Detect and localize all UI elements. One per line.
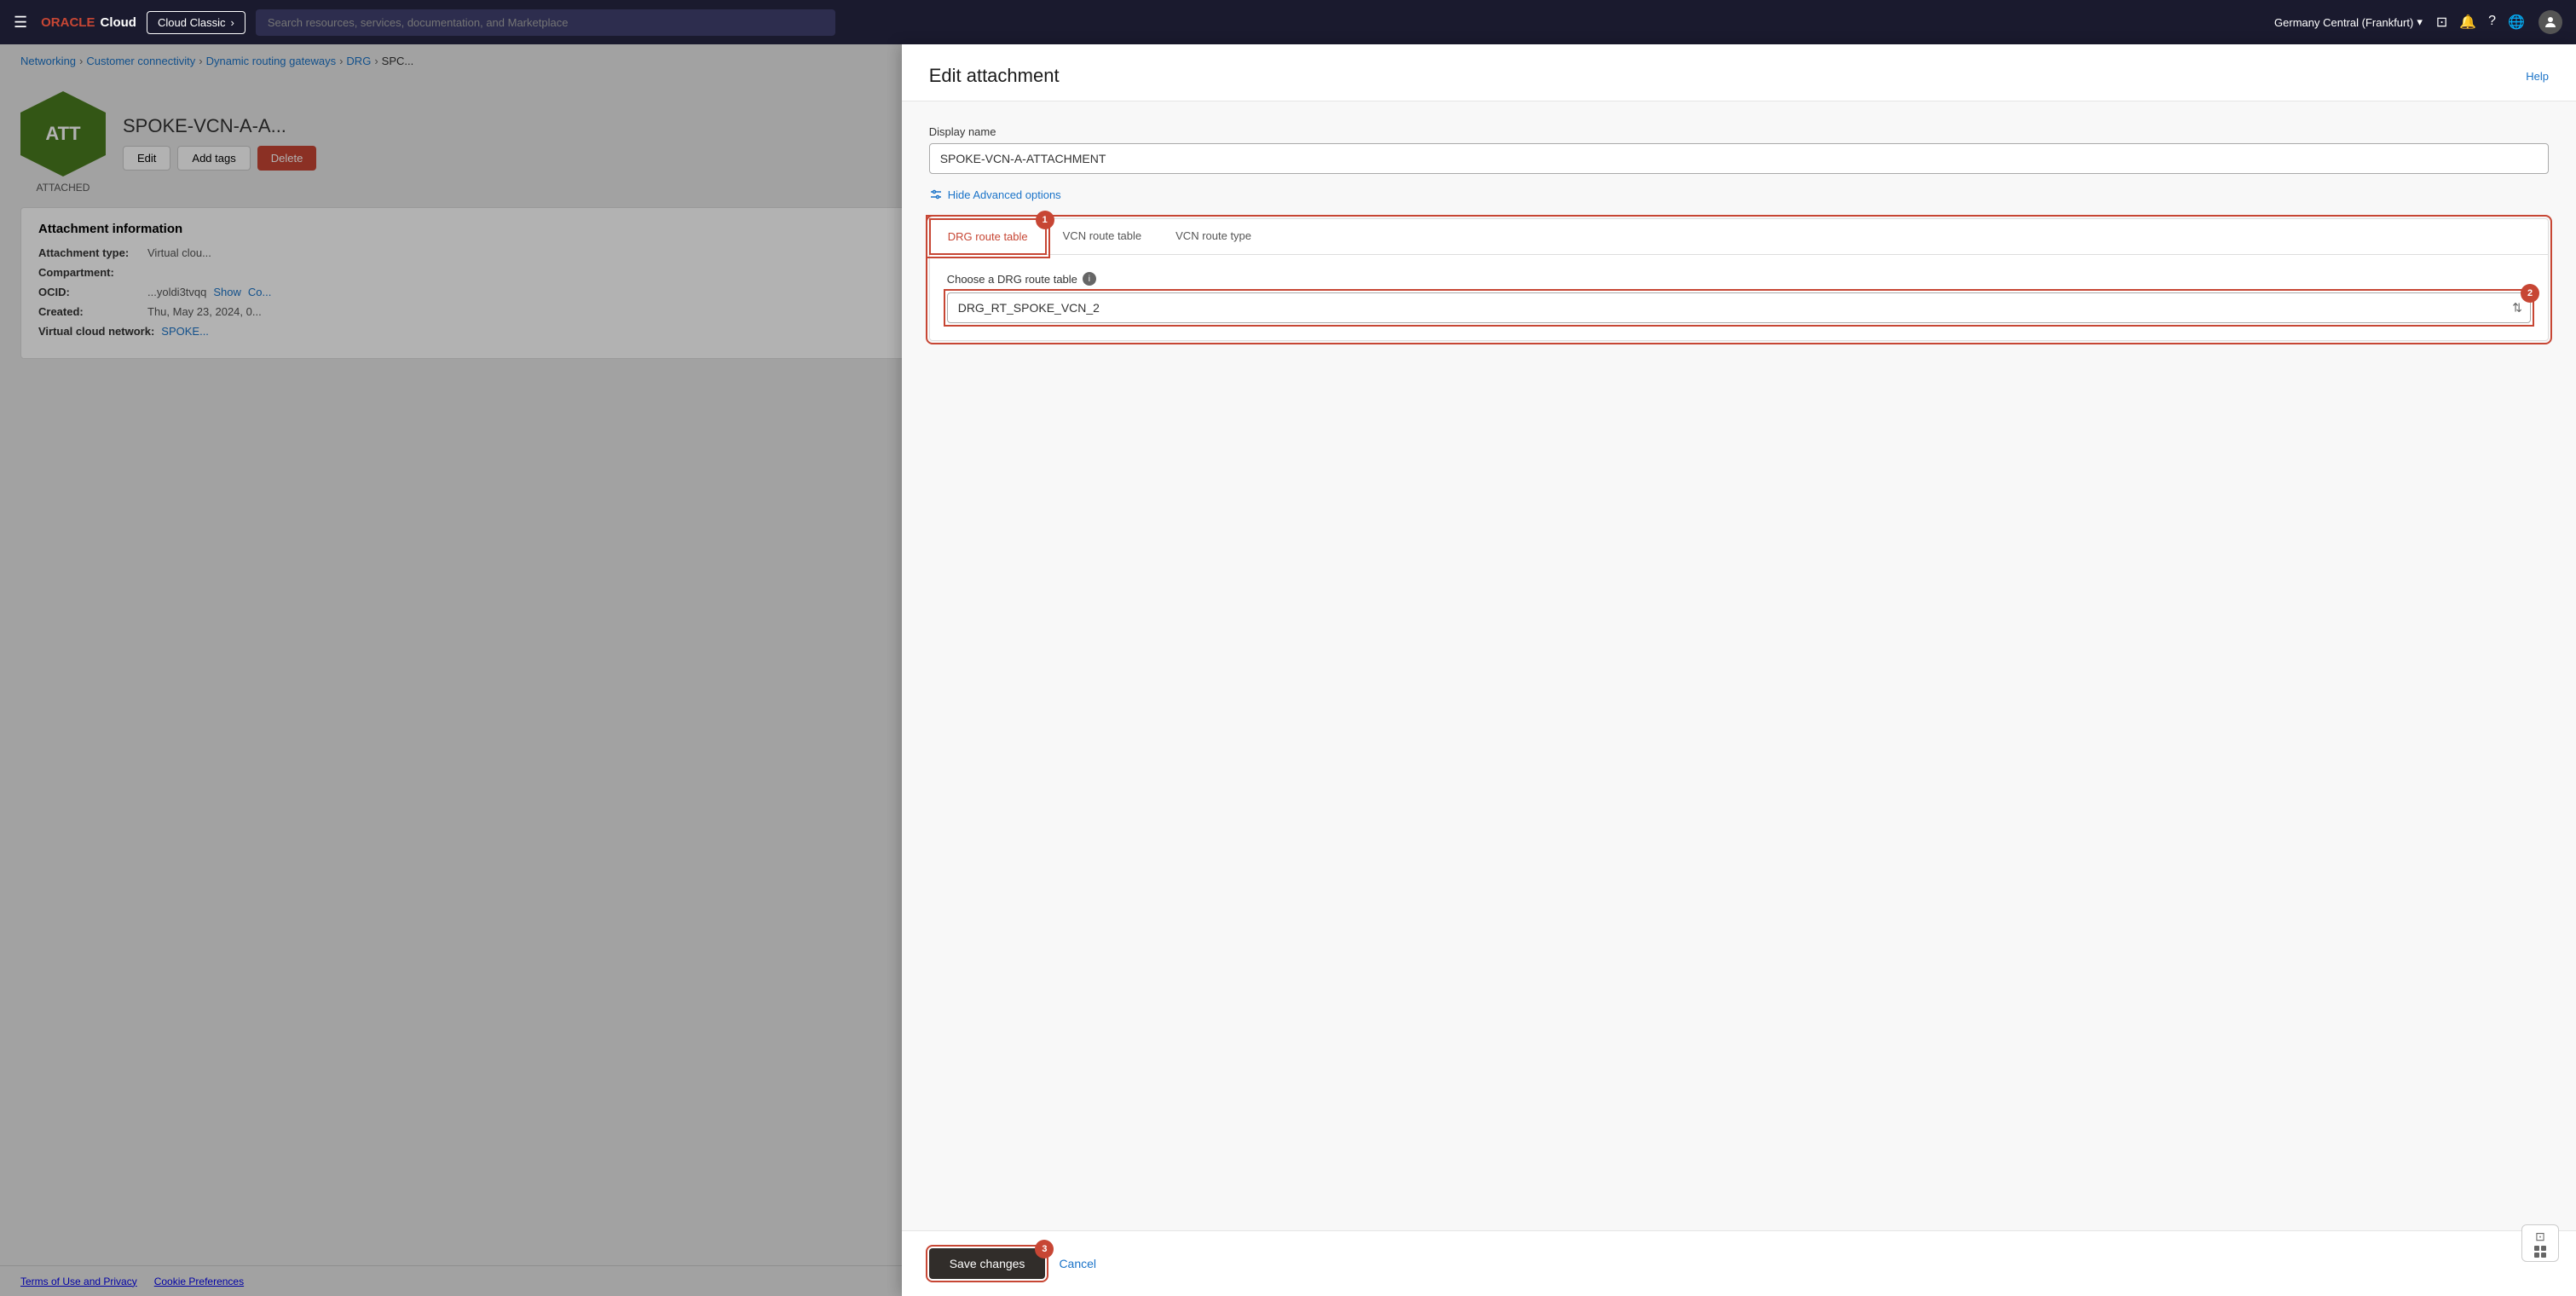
cancel-button[interactable]: Cancel [1059,1257,1096,1270]
tab-vcn-route-type[interactable]: VCN route type [1158,219,1268,255]
drawer-header: Edit attachment Help [902,44,2576,101]
route-table-label: Choose a DRG route table i [947,272,2531,286]
tabs-body: Choose a DRG route table i DRG_RT_SPOKE_… [930,255,2548,340]
region-label: Germany Central (Frankfurt) [2274,16,2413,29]
avatar[interactable] [2538,10,2562,34]
display-name-input[interactable] [929,143,2549,174]
drawer-footer: Save changes 3 Cancel [902,1230,2576,1296]
tab-vcn-route-table[interactable]: VCN route table [1046,219,1159,255]
step-1-badge: 1 [1036,211,1054,229]
step-3-badge: 3 [1035,1240,1054,1258]
contextual-help-button[interactable]: ⊡ [2521,1224,2559,1262]
region-selector[interactable]: Germany Central (Frankfurt) ▾ [2274,15,2423,29]
search-input[interactable] [256,9,835,36]
tabs-header: DRG route table 1 VCN route table VCN ro… [930,219,2548,255]
cloud-classic-button[interactable]: Cloud Classic › [147,11,245,34]
drawer-body: Display name Hide Advanced options DRG r… [902,101,2576,1230]
oracle-logo: ORACLE Cloud [41,15,136,30]
bell-icon[interactable]: 🔔 [2459,14,2476,31]
help-link[interactable]: Help [2526,70,2549,83]
help-grid-icon [2534,1246,2546,1258]
save-wrapper: Save changes 3 [929,1248,1046,1279]
globe-icon[interactable]: 🌐 [2508,14,2525,31]
select-inner-wrapper: DRG_RT_SPOKE_VCN_2 ⇅ [947,292,2531,323]
cloud-text: Cloud [100,15,136,30]
region-arrow-icon: ▾ [2417,15,2423,29]
cloud-classic-label: Cloud Classic [158,16,225,29]
cloud-classic-arrow-icon: › [230,16,234,29]
tab-drg-route-table[interactable]: DRG route table [929,218,1047,255]
monitor-icon[interactable]: ⊡ [2436,14,2447,31]
edit-attachment-drawer: Edit attachment Help Display name Hide A… [902,44,2576,1296]
help-circle-icon[interactable]: ? [2488,14,2496,31]
step-2-badge: 2 [2521,284,2539,303]
display-name-label: Display name [929,125,2549,138]
tabs-container: DRG route table 1 VCN route table VCN ro… [929,218,2549,341]
info-icon[interactable]: i [1083,272,1096,286]
nav-right-section: Germany Central (Frankfurt) ▾ ⊡ 🔔 ? 🌐 [2274,10,2562,34]
drawer-title: Edit attachment [929,65,1060,87]
route-table-select-wrapper: DRG_RT_SPOKE_VCN_2 ⇅ 2 [947,292,2531,323]
drg-route-table-select[interactable]: DRG_RT_SPOKE_VCN_2 [947,292,2531,323]
sliders-icon [929,188,943,201]
help-icon: ⊡ [2535,1229,2545,1244]
nav-icons: ⊡ 🔔 ? 🌐 [2436,14,2525,31]
save-changes-button[interactable]: Save changes [929,1248,1046,1279]
hide-advanced-options-link[interactable]: Hide Advanced options [929,188,2549,201]
oracle-text: ORACLE [41,15,95,30]
top-navigation: ☰ ORACLE Cloud Cloud Classic › Germany C… [0,0,2576,44]
hamburger-menu-icon[interactable]: ☰ [14,14,27,32]
